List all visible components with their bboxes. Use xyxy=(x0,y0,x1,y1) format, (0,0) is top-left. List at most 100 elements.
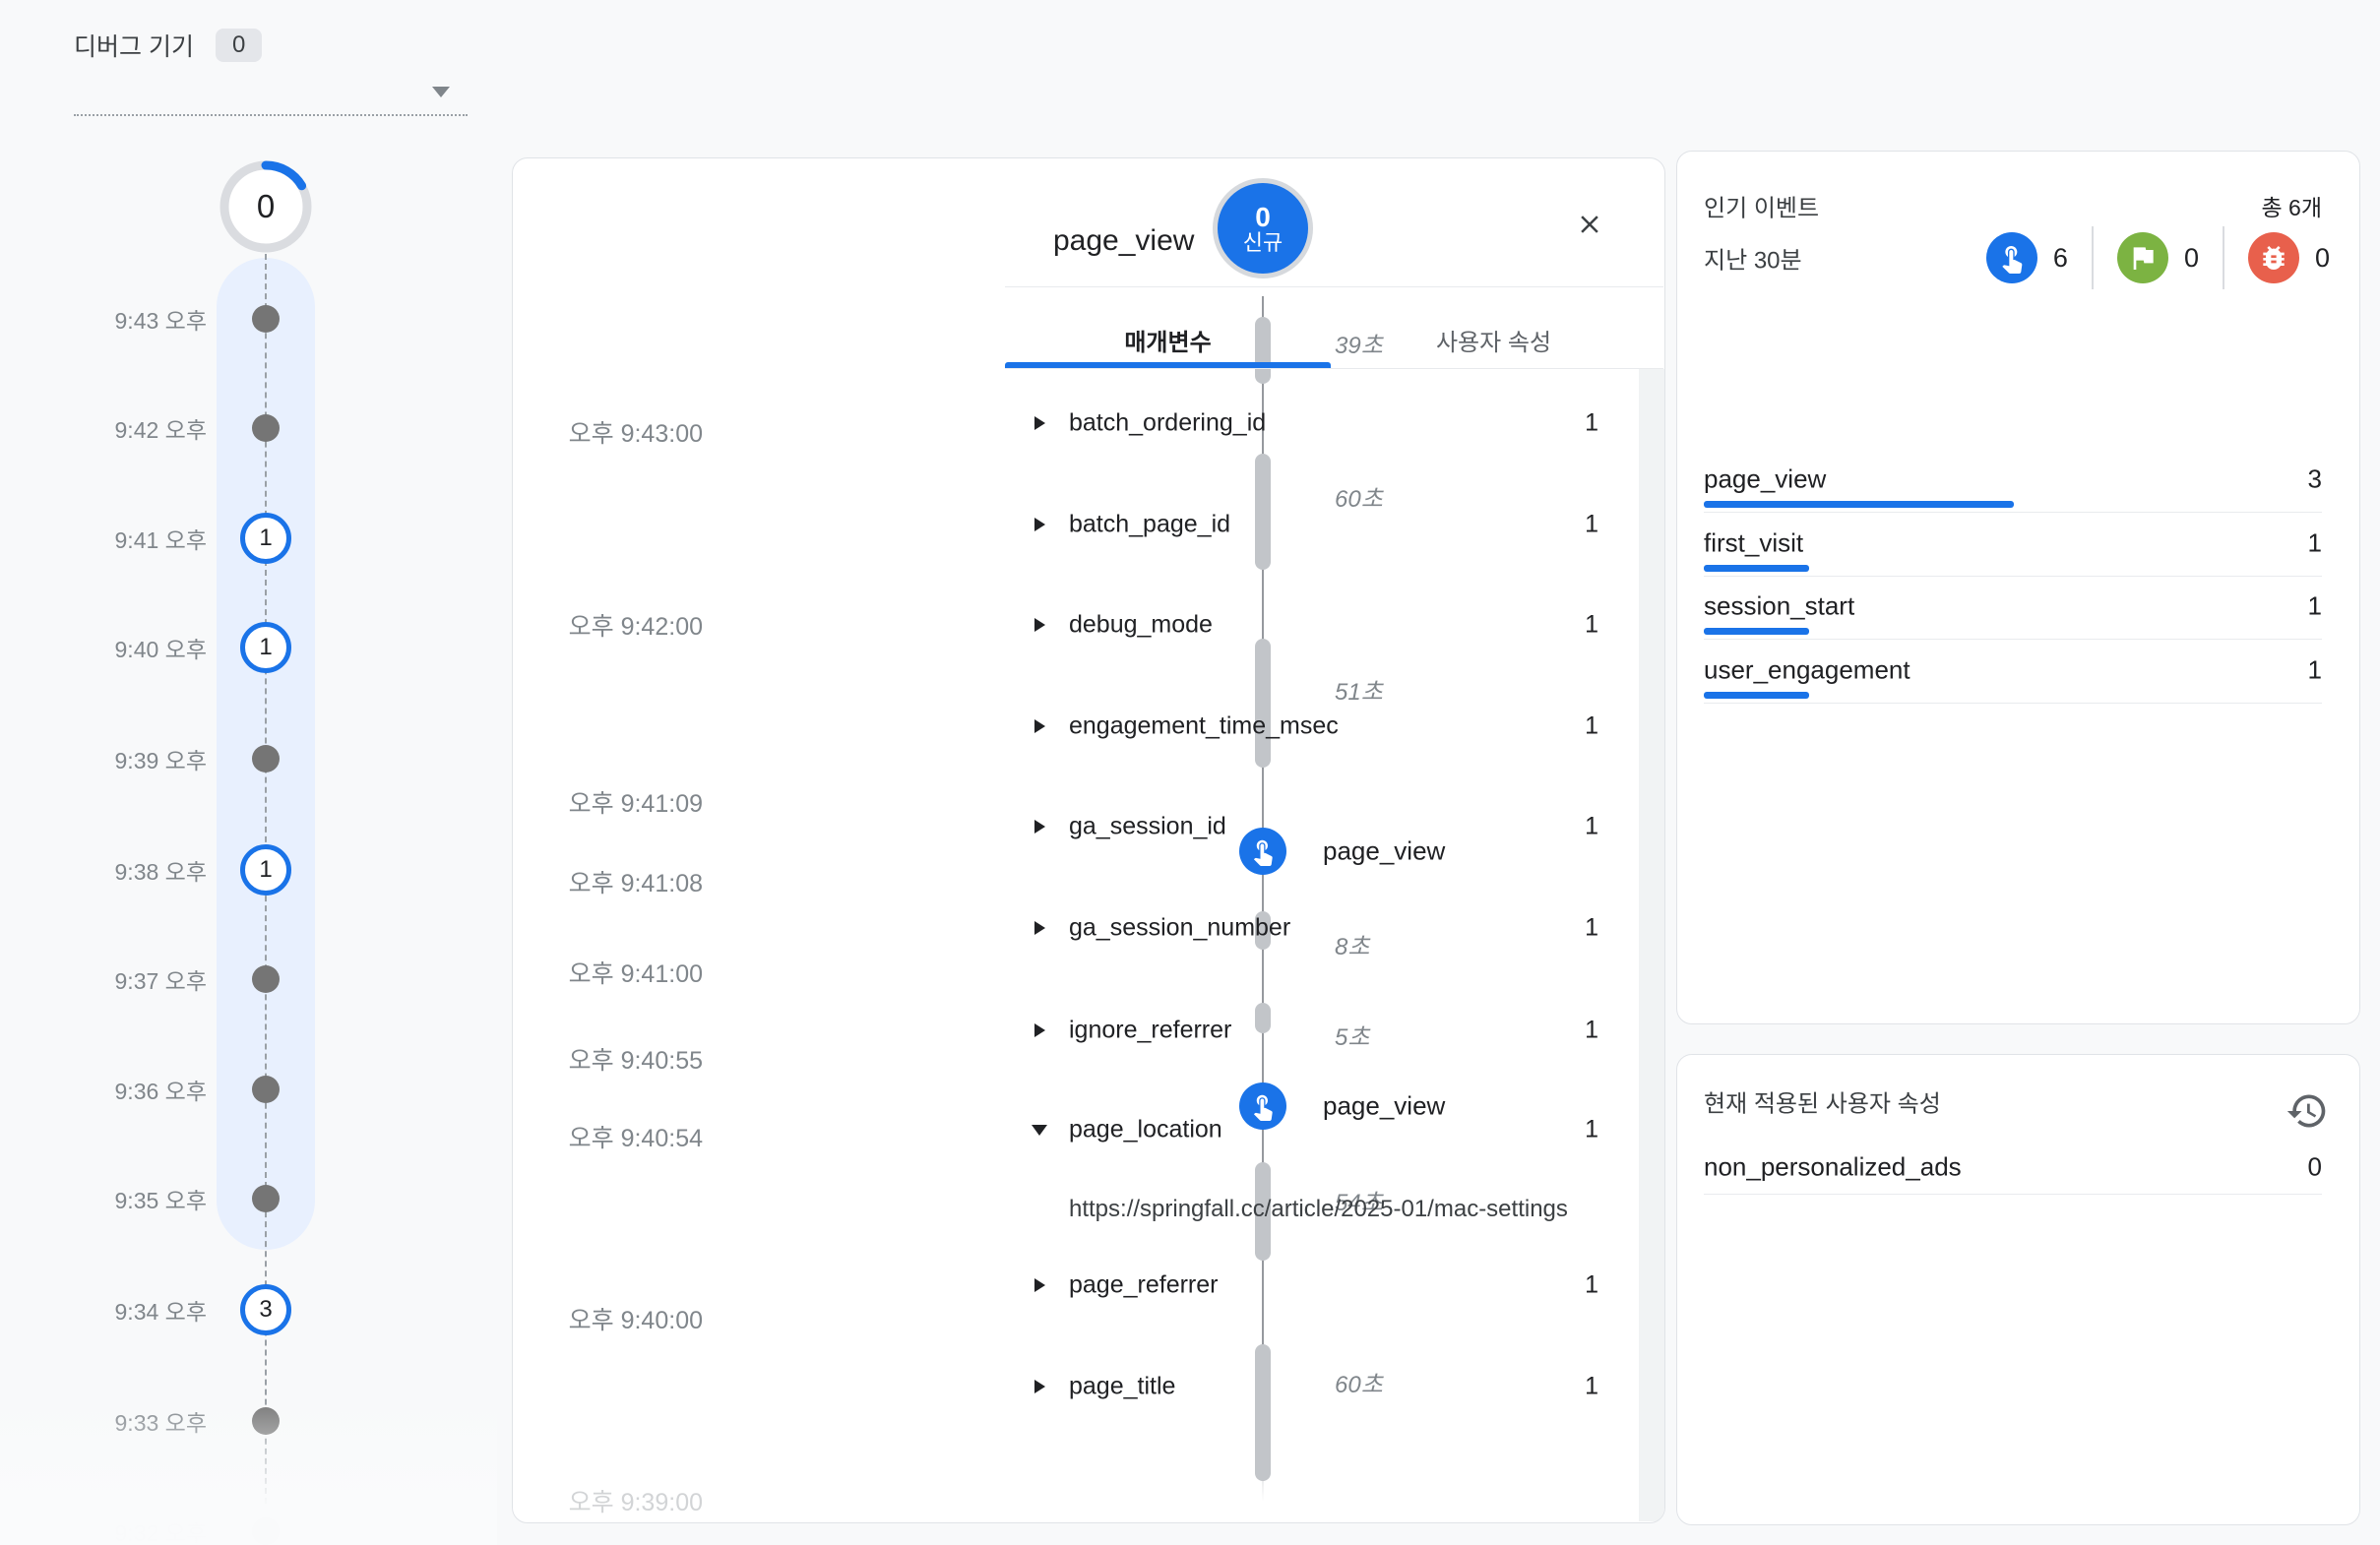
tab-user-properties[interactable]: 사용자 속성 xyxy=(1331,311,1657,368)
stream-timestamp: 오후 9:41:08 xyxy=(557,864,703,899)
stream-gap-duration: 60초 xyxy=(1335,1365,1383,1399)
parameter-name[interactable]: ga_session_number xyxy=(1069,914,1290,943)
timeline-time-label: 9:41 오후 xyxy=(49,522,207,555)
parameter-name[interactable]: ga_session_id xyxy=(1069,813,1226,841)
expand-caret-icon[interactable] xyxy=(1034,719,1045,733)
user-properties-title: 현재 적용된 사용자 속성 xyxy=(1704,1084,1941,1119)
timeline-minute-dot[interactable] xyxy=(252,745,280,772)
parameter-name[interactable]: engagement_time_msec xyxy=(1069,712,1339,741)
parameter-name[interactable]: page_title xyxy=(1069,1373,1175,1401)
stream-event-name[interactable]: page_view xyxy=(1323,836,1445,867)
event-row-name[interactable]: session_start xyxy=(1704,591,1854,622)
close-icon xyxy=(1575,210,1604,239)
user-properties-card: 현재 적용된 사용자 속성 non_personalized_ads0 xyxy=(1676,1054,2360,1525)
event-row-name[interactable]: first_visit xyxy=(1704,528,1803,559)
expand-caret-icon[interactable] xyxy=(1034,820,1045,834)
event-row-value: 1 xyxy=(2308,655,2322,686)
parameter-name[interactable]: page_referrer xyxy=(1069,1271,1218,1300)
tab-parameters[interactable]: 매개변수 xyxy=(1005,311,1331,368)
chevron-down-icon xyxy=(432,87,450,97)
expand-caret-icon[interactable] xyxy=(1034,1023,1045,1037)
stream-timestamp: 오후 9:40:54 xyxy=(557,1119,703,1154)
debugview-page: 디버그 기기 0 0 9:43 오후9:42 오후9:41 오후19:40 오후… xyxy=(0,0,2380,1545)
debug-device-row: 디버그 기기 0 xyxy=(74,28,262,63)
stream-event-name[interactable]: page_view xyxy=(1323,1091,1445,1122)
timeline-time-label: 9:39 오후 xyxy=(49,742,207,775)
timeline-minute-count[interactable]: 3 xyxy=(240,1284,291,1335)
touch-icon xyxy=(1248,836,1278,866)
user-property-name: non_personalized_ads xyxy=(1704,1152,1962,1183)
detail-panel-title: page_view xyxy=(1053,224,1194,258)
timeline-time-label: 9:36 오후 xyxy=(49,1073,207,1106)
parameter-name[interactable]: debug_mode xyxy=(1069,611,1213,640)
parameter-name[interactable]: batch_page_id xyxy=(1069,511,1230,539)
timeline-minute-count[interactable]: 1 xyxy=(240,622,291,673)
parameter-name[interactable]: batch_ordering_id xyxy=(1069,409,1266,438)
event-counter: 0 xyxy=(2248,232,2330,283)
expand-caret-icon[interactable] xyxy=(1034,921,1045,935)
event-counter: 0 xyxy=(2117,232,2199,283)
parameter-name[interactable]: page_location xyxy=(1069,1116,1222,1144)
bug-icon xyxy=(2258,242,2289,274)
stream-gap-duration: 8초 xyxy=(1335,927,1369,961)
parameter-name[interactable]: ignore_referrer xyxy=(1069,1017,1231,1045)
stream-gap-duration: 5초 xyxy=(1335,1018,1369,1052)
timeline-minute-count[interactable]: 1 xyxy=(240,513,291,564)
event-stream-card: 0 신규 39초오후 9:43:0060초오후 9:42:0051초오후 9:4… xyxy=(512,157,1665,1523)
timeline-minute-dot[interactable] xyxy=(252,414,280,442)
stream-event-icon[interactable] xyxy=(1239,828,1286,875)
stream-timestamp: 오후 9:41:00 xyxy=(557,955,703,990)
parameter-detail-value: https://springfall.cc/article/2025-01/ma… xyxy=(1069,1196,1568,1223)
expand-caret-icon[interactable] xyxy=(1034,1278,1045,1292)
timeline-minute-dot[interactable] xyxy=(252,1076,280,1103)
top-events-total: 총 6개 xyxy=(2261,189,2322,222)
stream-gap-duration: 51초 xyxy=(1335,672,1383,707)
parameter-value: 1 xyxy=(1585,409,1598,438)
event-row-value: 1 xyxy=(2308,528,2322,559)
timeline-minute-dot[interactable] xyxy=(252,1185,280,1212)
expand-caret-icon[interactable] xyxy=(1034,1380,1045,1393)
event-row-divider xyxy=(1704,512,2322,513)
event-row-value: 3 xyxy=(2308,464,2322,495)
timeline-minute-dot[interactable] xyxy=(252,965,280,993)
expand-caret-icon[interactable] xyxy=(1034,618,1045,632)
event-row-bar xyxy=(1704,501,2014,508)
counter-divider xyxy=(2092,226,2094,289)
debug-device-select[interactable] xyxy=(74,59,468,116)
parameter-value: 1 xyxy=(1585,611,1598,640)
timeline-minute-dot[interactable] xyxy=(252,305,280,333)
collapse-caret-icon[interactable] xyxy=(1032,1125,1047,1136)
event-row-divider xyxy=(1704,703,2322,704)
timeline-time-label: 9:42 오후 xyxy=(49,411,207,445)
counter-value: 0 xyxy=(2184,243,2199,274)
stream-gap-capsule xyxy=(1255,454,1271,570)
tabs-divider xyxy=(1005,368,1663,369)
new-events-label: 신규 xyxy=(1243,231,1283,254)
counter-value: 6 xyxy=(2053,243,2068,274)
close-button[interactable] xyxy=(1568,203,1611,246)
history-icon xyxy=(2286,1089,2329,1133)
stream-timestamp: 오후 9:40:55 xyxy=(557,1041,703,1077)
expand-caret-icon[interactable] xyxy=(1034,518,1045,531)
stream-timestamp: 오후 9:42:00 xyxy=(557,607,703,643)
new-events-badge[interactable]: 0 신규 xyxy=(1218,183,1308,274)
timeline-time-label: 9:40 오후 xyxy=(49,631,207,664)
flag-counter-badge xyxy=(2117,232,2168,283)
timeline-minute-count[interactable]: 1 xyxy=(240,844,291,896)
history-button[interactable] xyxy=(2283,1086,2332,1136)
event-row-value: 1 xyxy=(2308,591,2322,622)
debug-device-label: 디버그 기기 xyxy=(74,28,194,63)
new-events-count: 0 xyxy=(1255,203,1271,231)
stream-gap-capsule xyxy=(1255,1003,1271,1033)
parameters-scrollbar[interactable] xyxy=(1639,369,1665,1521)
timeline-time-label: 9:37 오후 xyxy=(49,962,207,996)
stream-timestamp: 오후 9:39:00 xyxy=(557,1483,703,1518)
event-row-name[interactable]: page_view xyxy=(1704,464,1826,495)
stream-event-icon[interactable] xyxy=(1239,1082,1286,1130)
event-row-bar xyxy=(1704,565,1809,572)
expand-caret-icon[interactable] xyxy=(1034,416,1045,430)
top-events-title: 인기 이벤트 xyxy=(1704,189,1819,223)
timeline-time-label: 9:38 오후 xyxy=(49,853,207,887)
event-row-name[interactable]: user_engagement xyxy=(1704,655,1910,686)
parameter-value: 1 xyxy=(1585,1017,1598,1045)
